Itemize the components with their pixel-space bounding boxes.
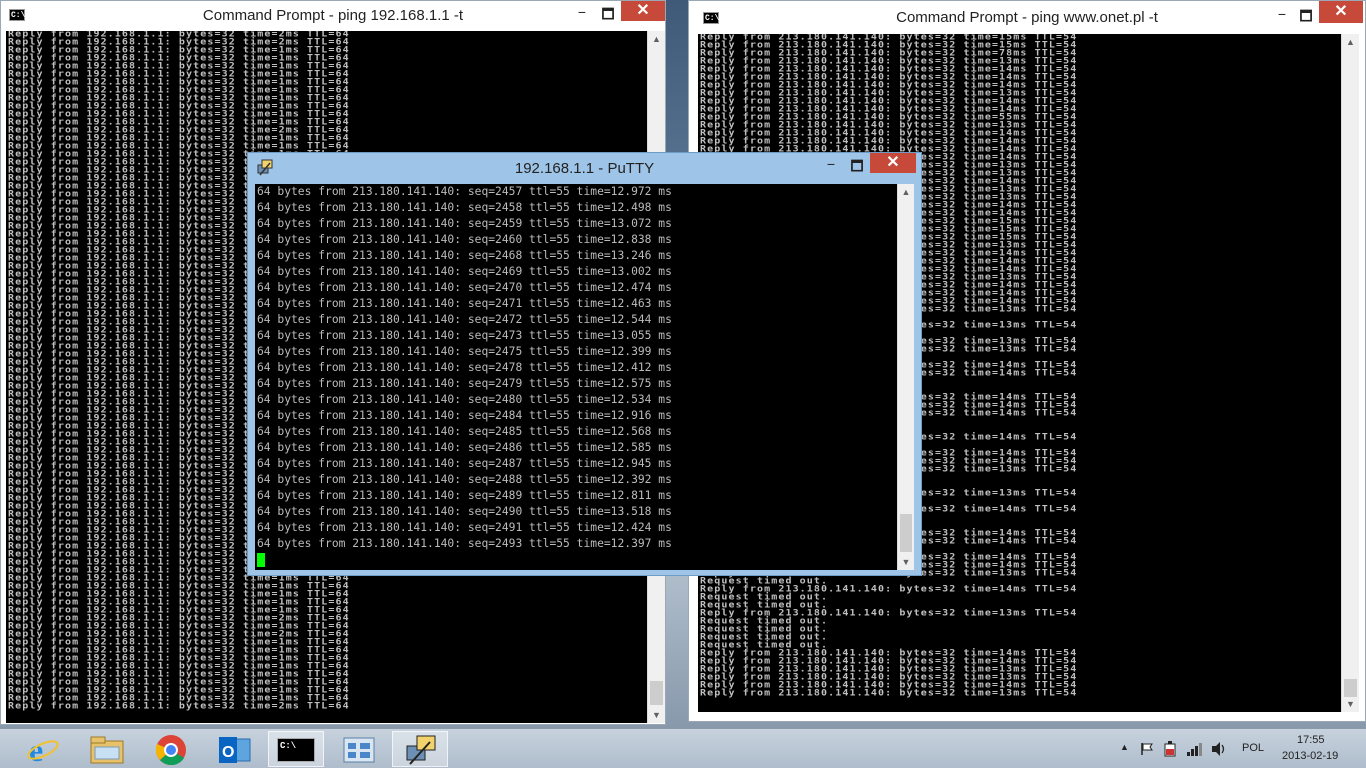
terminal-line: 64 bytes from 213.180.141.140: seq=2490 … bbox=[257, 505, 672, 518]
close-button[interactable]: ✕ bbox=[870, 153, 916, 173]
cmd2-scrollbar[interactable]: ▲ ▼ bbox=[1341, 34, 1359, 712]
minimize-button[interactable]: − bbox=[571, 4, 593, 20]
putty-terminal[interactable]: 64 bytes from 213.180.141.140: seq=2457 … bbox=[255, 184, 897, 570]
clock-date[interactable]: 2013-02-19 bbox=[1282, 750, 1338, 762]
cmd2-titlebar[interactable]: C:\ Command Prompt - ping www.onet.pl -t… bbox=[689, 1, 1365, 34]
terminal-line: 64 bytes from 213.180.141.140: seq=2493 … bbox=[257, 537, 672, 550]
taskbar-outlook[interactable]: O bbox=[206, 731, 262, 767]
terminal-line: 64 bytes from 213.180.141.140: seq=2470 … bbox=[257, 281, 672, 294]
scroll-down-icon[interactable]: ▼ bbox=[648, 707, 665, 723]
minimize-button[interactable]: − bbox=[820, 156, 842, 172]
maximize-button[interactable]: 🗖 bbox=[846, 156, 868, 180]
outlook-icon: O bbox=[219, 737, 251, 763]
taskbar-chrome[interactable] bbox=[142, 731, 198, 767]
scroll-up-icon[interactable]: ▲ bbox=[648, 31, 665, 47]
taskbar-putty[interactable] bbox=[392, 731, 448, 767]
terminal-line: 64 bytes from 213.180.141.140: seq=2487 … bbox=[257, 457, 672, 470]
network-app-icon bbox=[343, 737, 375, 763]
terminal-line: 64 bytes from 213.180.141.140: seq=2491 … bbox=[257, 521, 672, 534]
power-icon[interactable] bbox=[1163, 741, 1177, 757]
scroll-down-icon[interactable]: ▼ bbox=[898, 554, 914, 570]
terminal-line: 64 bytes from 213.180.141.140: seq=2475 … bbox=[257, 345, 672, 358]
terminal-line: 64 bytes from 213.180.141.140: seq=2473 … bbox=[257, 329, 672, 342]
cmd1-titlebar[interactable]: C:\ Command Prompt - ping 192.168.1.1 -t… bbox=[1, 1, 665, 31]
scroll-thumb[interactable] bbox=[900, 514, 912, 552]
terminal-line: 64 bytes from 213.180.141.140: seq=2457 … bbox=[257, 185, 672, 198]
terminal-line: 64 bytes from 213.180.141.140: seq=2485 … bbox=[257, 425, 672, 438]
terminal-line: 64 bytes from 213.180.141.140: seq=2486 … bbox=[257, 441, 672, 454]
chrome-icon bbox=[155, 735, 186, 766]
volume-icon[interactable] bbox=[1210, 741, 1228, 757]
scroll-up-icon[interactable]: ▲ bbox=[898, 184, 914, 200]
putty-window[interactable]: 192.168.1.1 - PuTTY − 🗖 ✕ 64 bytes from … bbox=[247, 152, 922, 576]
minimize-button[interactable]: − bbox=[1271, 6, 1293, 22]
clock-time[interactable]: 17:55 bbox=[1297, 734, 1325, 746]
close-button[interactable]: ✕ bbox=[621, 1, 665, 21]
taskbar: e O C:\ ▲ POL 17:55 2013-02-19 bbox=[0, 728, 1366, 768]
terminal-line: 64 bytes from 213.180.141.140: seq=2472 … bbox=[257, 313, 672, 326]
network-icon[interactable] bbox=[1186, 741, 1202, 757]
terminal-line: 64 bytes from 213.180.141.140: seq=2479 … bbox=[257, 377, 672, 390]
putty-scrollbar[interactable]: ▲ ▼ bbox=[897, 184, 914, 570]
input-language[interactable]: POL bbox=[1242, 742, 1264, 754]
terminal-line: 64 bytes from 213.180.141.140: seq=2469 … bbox=[257, 265, 672, 278]
scroll-thumb[interactable] bbox=[650, 681, 663, 705]
terminal-line: 64 bytes from 213.180.141.140: seq=2480 … bbox=[257, 393, 672, 406]
terminal-cursor bbox=[257, 553, 265, 567]
terminal-line: 64 bytes from 213.180.141.140: seq=2489 … bbox=[257, 489, 672, 502]
close-button[interactable]: ✕ bbox=[1319, 1, 1363, 23]
console-line: Reply from 213.180.141.140: bytes=32 tim… bbox=[700, 688, 1078, 699]
svg-text:O: O bbox=[222, 744, 234, 761]
putty-icon bbox=[406, 735, 436, 765]
taskbar-command-prompt[interactable]: C:\ bbox=[268, 731, 324, 767]
internet-explorer-icon: e bbox=[27, 733, 59, 767]
terminal-line: 64 bytes from 213.180.141.140: seq=2460 … bbox=[257, 233, 672, 246]
taskbar-internet-explorer[interactable]: e bbox=[14, 731, 70, 767]
cmd1-title: Command Prompt - ping 192.168.1.1 -t bbox=[202, 7, 464, 24]
maximize-button[interactable]: 🗖 bbox=[597, 4, 619, 28]
terminal-line: 64 bytes from 213.180.141.140: seq=2488 … bbox=[257, 473, 672, 486]
terminal-line: 64 bytes from 213.180.141.140: seq=2468 … bbox=[257, 249, 672, 262]
putty-titlebar[interactable]: 192.168.1.1 - PuTTY − 🗖 ✕ bbox=[248, 153, 921, 184]
terminal-line: 64 bytes from 213.180.141.140: seq=2458 … bbox=[257, 201, 672, 214]
scroll-up-icon[interactable]: ▲ bbox=[1342, 34, 1359, 50]
cmd2-title: Command Prompt - ping www.onet.pl -t bbox=[896, 9, 1158, 26]
command-prompt-icon: C:\ bbox=[277, 738, 315, 762]
taskbar-file-explorer[interactable] bbox=[78, 731, 134, 767]
show-hidden-icons[interactable]: ▲ bbox=[1120, 742, 1129, 752]
scroll-thumb[interactable] bbox=[1344, 679, 1357, 697]
taskbar-network-app[interactable] bbox=[330, 731, 386, 767]
flag-icon[interactable] bbox=[1140, 742, 1154, 756]
terminal-line: 64 bytes from 213.180.141.140: seq=2459 … bbox=[257, 217, 672, 230]
maximize-button[interactable]: 🗖 bbox=[1295, 6, 1317, 30]
scroll-down-icon[interactable]: ▼ bbox=[1342, 696, 1359, 712]
file-explorer-icon bbox=[90, 736, 124, 764]
terminal-line: 64 bytes from 213.180.141.140: seq=2484 … bbox=[257, 409, 672, 422]
terminal-line: 64 bytes from 213.180.141.140: seq=2471 … bbox=[257, 297, 672, 310]
console-line: Reply from 192.168.1.1: bytes=32 time=2m… bbox=[8, 701, 350, 712]
terminal-line: 64 bytes from 213.180.141.140: seq=2478 … bbox=[257, 361, 672, 374]
